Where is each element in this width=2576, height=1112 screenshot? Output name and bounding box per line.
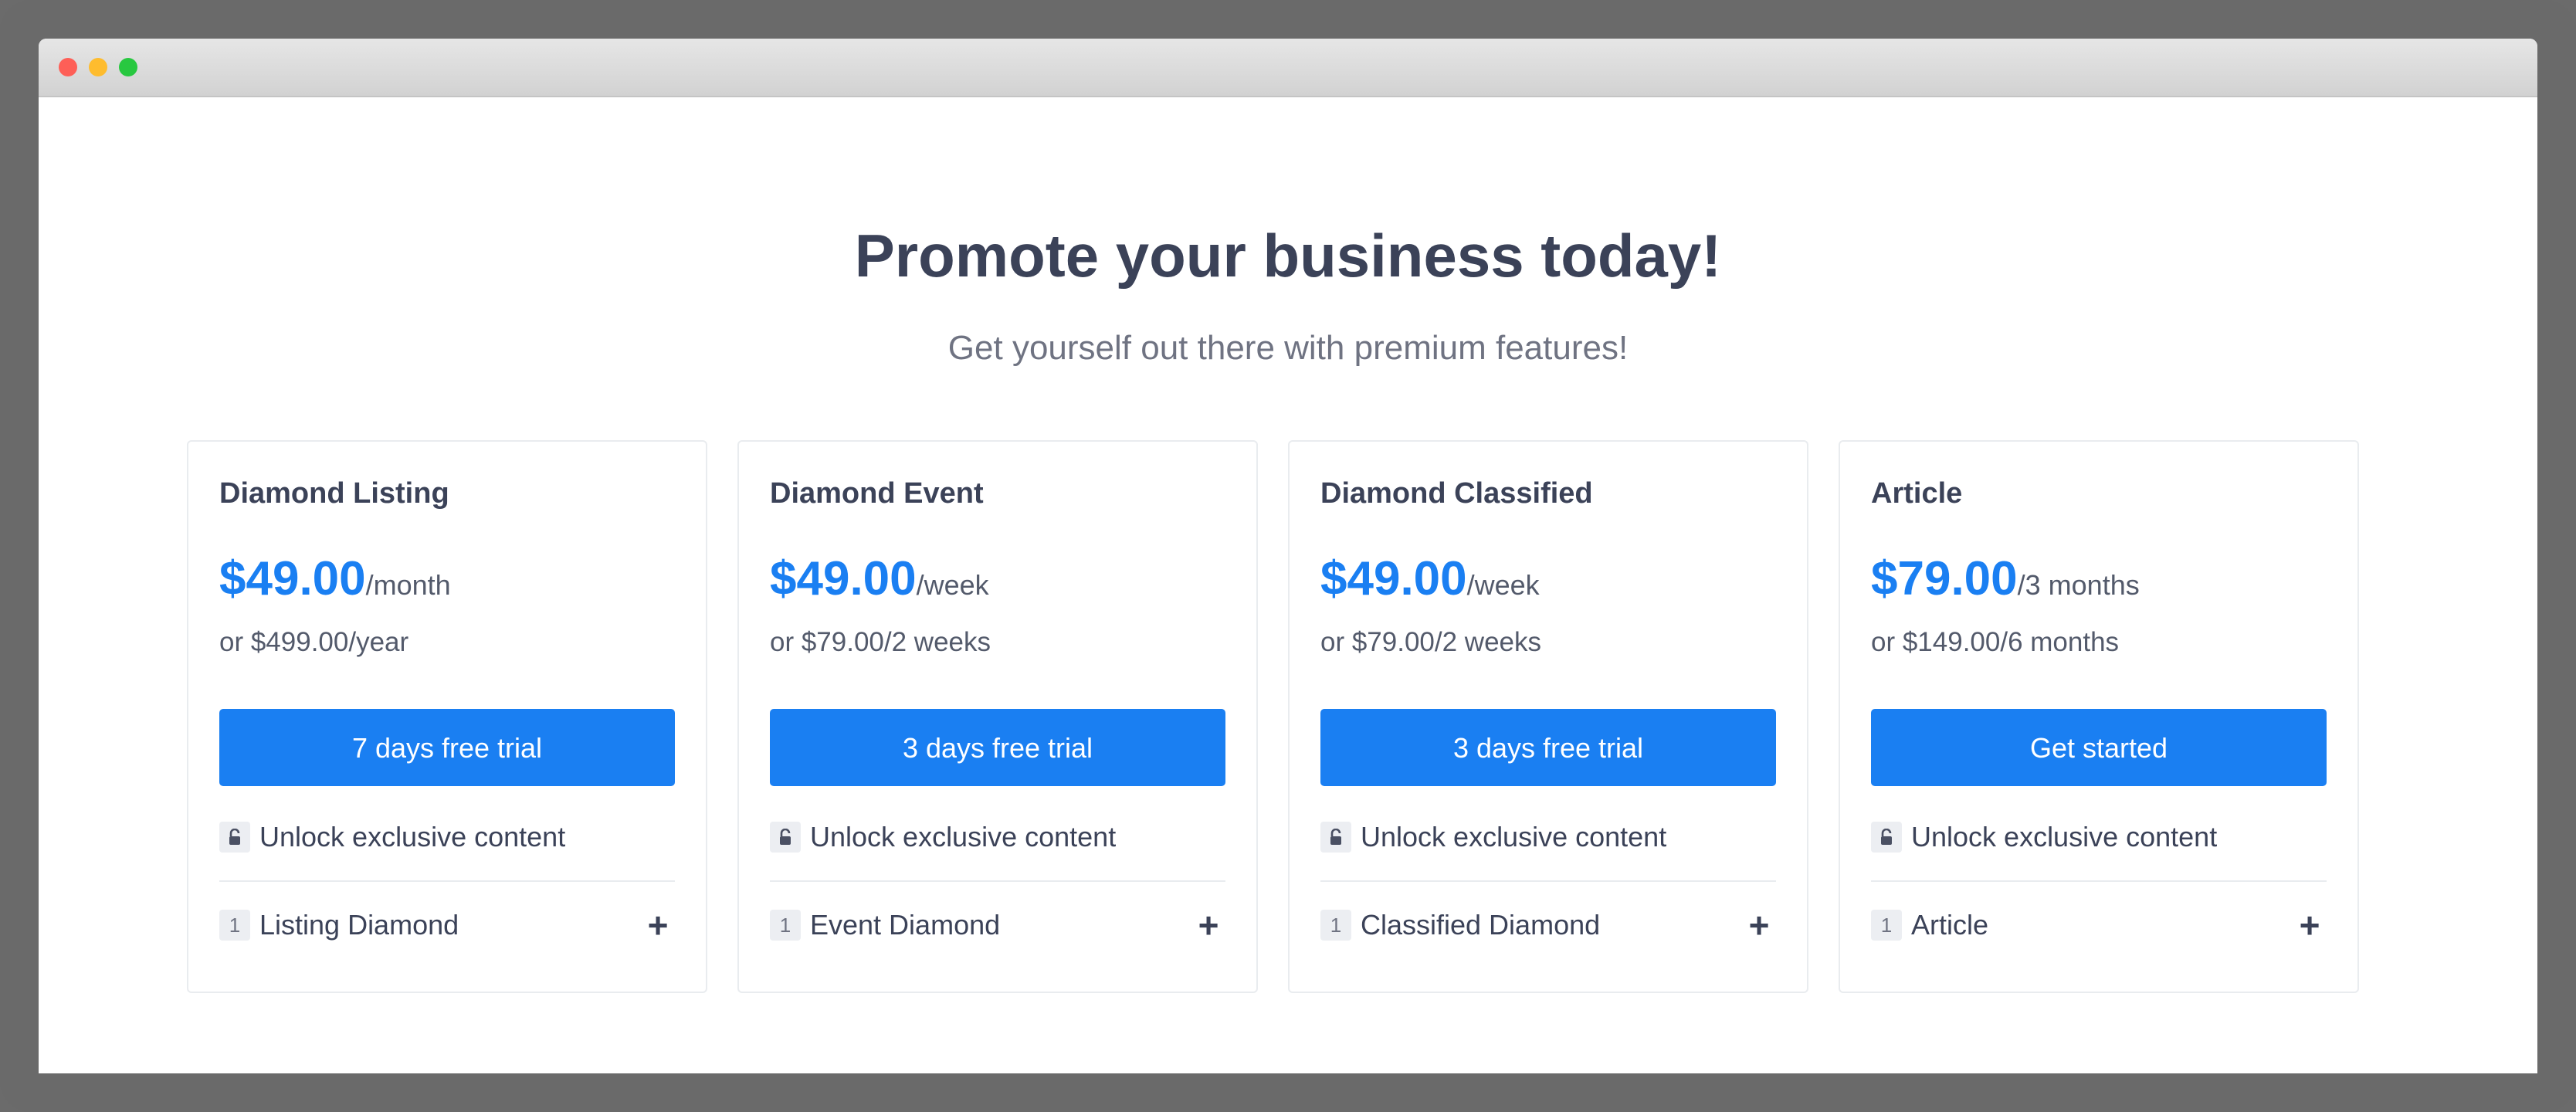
plan-price: $49.00	[1320, 552, 1467, 605]
item-label: Article	[1911, 909, 1989, 941]
close-window-button[interactable]	[59, 58, 77, 76]
plan-title: Diamond Event	[770, 477, 984, 510]
item-quantity-badge: 1	[1320, 910, 1351, 941]
plus-icon[interactable]: +	[642, 907, 673, 943]
divider	[770, 880, 1225, 882]
plan-price: $49.00	[219, 552, 366, 605]
pricing-cards: Diamond Listing $49.00/month or $499.00/…	[187, 440, 2359, 993]
plan-card-diamond-listing: Diamond Listing $49.00/month or $499.00/…	[187, 440, 707, 993]
plan-price-row: $79.00/3 months	[1871, 551, 2140, 606]
plan-period: /week	[916, 569, 989, 601]
plan-title: Article	[1871, 477, 1963, 510]
divider	[1871, 880, 2327, 882]
get-started-button[interactable]: Get started	[1871, 709, 2327, 786]
item-label: Listing Diamond	[259, 909, 459, 941]
feature-label: Unlock exclusive content	[810, 821, 1117, 853]
plan-alt-price: or $79.00/2 weeks	[770, 627, 991, 657]
browser-window: Promote your business today! Get yoursel…	[39, 39, 2537, 1073]
free-trial-button[interactable]: 3 days free trial	[770, 709, 1225, 786]
plus-icon[interactable]: +	[1744, 907, 1774, 943]
page-content: Promote your business today! Get yoursel…	[39, 97, 2537, 1073]
plan-feature: Unlock exclusive content	[219, 820, 565, 854]
plan-item: 1 Listing Diamond +	[219, 907, 675, 943]
plan-alt-price: or $79.00/2 weeks	[1320, 627, 1542, 657]
plus-icon[interactable]: +	[2294, 907, 2325, 943]
page-subtitle: Get yourself out there with premium feat…	[947, 329, 1629, 367]
item-label: Classified Diamond	[1361, 909, 1601, 941]
plan-card-diamond-event: Diamond Event $49.00/week or $79.00/2 we…	[737, 440, 1258, 993]
feature-label: Unlock exclusive content	[1911, 821, 2218, 853]
window-titlebar	[39, 39, 2537, 97]
plan-price: $79.00	[1871, 552, 2018, 605]
item-quantity-badge: 1	[219, 910, 250, 941]
plus-icon[interactable]: +	[1193, 907, 1224, 943]
plan-price-row: $49.00/week	[1320, 551, 1540, 606]
plan-period: /week	[1466, 569, 1540, 601]
plan-price-row: $49.00/week	[770, 551, 989, 606]
unlock-icon	[770, 822, 801, 853]
plan-item: 1 Classified Diamond +	[1320, 907, 1776, 943]
divider	[219, 880, 675, 882]
item-label: Event Diamond	[810, 909, 1001, 941]
plan-item: 1 Event Diamond +	[770, 907, 1225, 943]
item-quantity-badge: 1	[1871, 910, 1902, 941]
feature-label: Unlock exclusive content	[259, 821, 566, 853]
free-trial-button[interactable]: 3 days free trial	[1320, 709, 1776, 786]
plan-alt-price: or $499.00/year	[219, 627, 409, 657]
maximize-window-button[interactable]	[119, 58, 137, 76]
plan-card-article: Article $79.00/3 months or $149.00/6 mon…	[1839, 440, 2359, 993]
plan-feature: Unlock exclusive content	[1320, 820, 1666, 854]
plan-title: Diamond Listing	[219, 477, 449, 510]
item-quantity-badge: 1	[770, 910, 801, 941]
unlock-icon	[1320, 822, 1351, 853]
divider	[1320, 880, 1776, 882]
free-trial-button[interactable]: 7 days free trial	[219, 709, 675, 786]
feature-label: Unlock exclusive content	[1361, 821, 1667, 853]
unlock-icon	[1871, 822, 1902, 853]
screenshot-frame: Promote your business today! Get yoursel…	[0, 0, 2576, 1112]
plan-period: /month	[365, 569, 451, 601]
plan-alt-price: or $149.00/6 months	[1871, 627, 2120, 657]
plan-price-row: $49.00/month	[219, 551, 451, 606]
plan-title: Diamond Classified	[1320, 477, 1593, 510]
plan-feature: Unlock exclusive content	[770, 820, 1116, 854]
plan-item: 1 Article +	[1871, 907, 2327, 943]
plan-period: /3 months	[2017, 569, 2140, 601]
plan-card-diamond-classified: Diamond Classified $49.00/week or $79.00…	[1288, 440, 1808, 993]
page-title: Promote your business today!	[854, 222, 1722, 290]
plan-price: $49.00	[770, 552, 917, 605]
plan-feature: Unlock exclusive content	[1871, 820, 2217, 854]
minimize-window-button[interactable]	[89, 58, 107, 76]
unlock-icon	[219, 822, 250, 853]
